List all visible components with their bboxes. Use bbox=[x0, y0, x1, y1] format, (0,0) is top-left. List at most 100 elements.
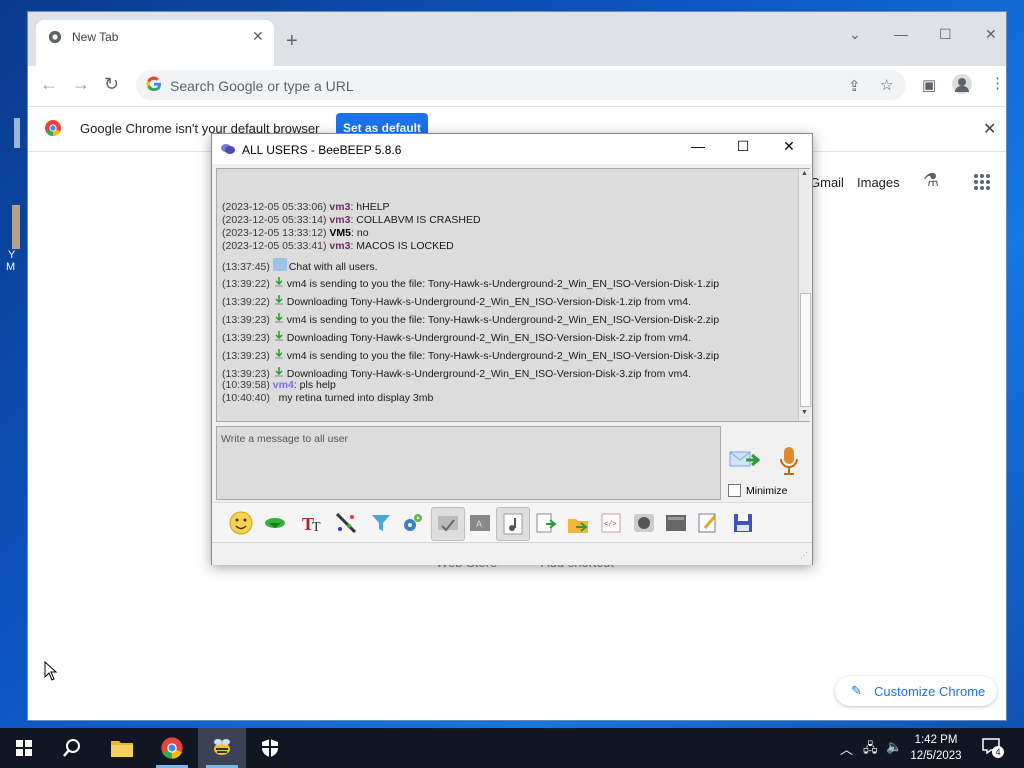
spellcheck-icon[interactable] bbox=[431, 507, 465, 541]
system-message: (13:37:45) Chat with all users. bbox=[222, 258, 378, 274]
chat-message: (10:39:58) vm4: pls help bbox=[222, 379, 336, 391]
infobar-close-icon[interactable]: ✕ bbox=[983, 119, 996, 139]
tab-strip: New Tab ✕ + ⌄ — ☐ ✕ bbox=[28, 12, 1006, 66]
download-arrow-icon bbox=[274, 295, 283, 305]
green-emote-icon[interactable] bbox=[263, 511, 287, 535]
tab-search-icon[interactable]: ⌄ bbox=[849, 26, 861, 43]
start-button[interactable] bbox=[0, 728, 48, 768]
desktop-icon-partial-2[interactable]: Y M bbox=[0, 205, 22, 285]
customize-chrome-button[interactable]: ✎ Customize Chrome bbox=[835, 676, 997, 706]
clock-date: 12/5/2023 bbox=[910, 750, 962, 762]
scroll-thumb[interactable] bbox=[800, 293, 811, 407]
gmail-link[interactable]: Gmail bbox=[810, 175, 844, 190]
minimize-checkbox-box[interactable] bbox=[728, 484, 741, 497]
minimize-button[interactable]: — bbox=[894, 26, 908, 42]
filter-icon[interactable] bbox=[369, 511, 393, 535]
svg-text:</>: </> bbox=[604, 521, 617, 529]
back-icon[interactable]: ← bbox=[40, 74, 58, 95]
send-file-icon[interactable] bbox=[566, 511, 590, 535]
microphone-icon[interactable] bbox=[778, 446, 800, 476]
share-icon[interactable]: ⇪ bbox=[848, 77, 861, 95]
scroll-up-arrow-icon[interactable]: ▲ bbox=[799, 170, 810, 177]
record-icon[interactable] bbox=[632, 511, 656, 535]
forward-icon[interactable]: → bbox=[72, 74, 90, 95]
emoticon-icon[interactable] bbox=[229, 511, 253, 535]
beebeep-window: ALL USERS - BeeBEEP 5.8.6 — ☐ ✕ (2023-12… bbox=[211, 133, 813, 565]
download-arrow-icon bbox=[274, 349, 283, 359]
chat-toolbar: TT A </> bbox=[212, 502, 812, 543]
file-transfer-message: (13:39:22) vm4 is sending to you the fil… bbox=[222, 277, 720, 290]
text-format-icon[interactable]: A bbox=[468, 511, 492, 535]
beebeep-close-button[interactable]: ✕ bbox=[779, 138, 799, 155]
tab-title: New Tab bbox=[72, 30, 119, 44]
browser-toolbar: ← → ↻ Search Google or type a URL ⇪ ☆ ▣ … bbox=[28, 66, 1006, 106]
font-color-icon[interactable] bbox=[334, 511, 358, 535]
notification-center-icon[interactable]: 4 bbox=[982, 738, 1006, 758]
tab-new-tab[interactable]: New Tab ✕ bbox=[36, 20, 274, 66]
google-g-icon bbox=[146, 76, 161, 92]
new-tab-button[interactable]: + bbox=[286, 31, 298, 51]
screenshot-icon[interactable] bbox=[664, 511, 688, 535]
system-clock[interactable]: 1:42 PM 12/5/2023 bbox=[904, 732, 968, 764]
beebeep-maximize-button[interactable]: ☐ bbox=[733, 138, 753, 155]
images-link[interactable]: Images bbox=[857, 175, 900, 190]
chat-message: (2023-12-05 13:33:12) VM5: no bbox=[222, 227, 369, 239]
download-arrow-icon bbox=[274, 331, 283, 341]
labs-flask-icon[interactable]: ⚗ bbox=[923, 170, 939, 191]
clock-time: 1:42 PM bbox=[914, 734, 958, 746]
message-input[interactable]: Write a message to all user bbox=[216, 426, 721, 500]
bookmark-star-icon[interactable]: ☆ bbox=[880, 76, 893, 94]
font-icon[interactable]: TT bbox=[301, 511, 325, 535]
side-panel-icon[interactable]: ▣ bbox=[922, 76, 936, 94]
show-hidden-icons-chevron-icon[interactable]: ︿ bbox=[840, 739, 853, 758]
beebeep-app-icon bbox=[221, 144, 235, 154]
download-arrow-icon bbox=[274, 367, 283, 377]
mouse-cursor-icon bbox=[44, 661, 58, 681]
chrome-logo-icon bbox=[45, 120, 61, 137]
volume-muted-icon[interactable]: 🔈 bbox=[886, 739, 902, 755]
settings-gears-icon[interactable] bbox=[401, 511, 425, 535]
omnibox[interactable]: Search Google or type a URL ⇪ ☆ bbox=[136, 70, 906, 100]
chat-area[interactable]: (2023-12-05 05:33:06) vm3: hHELP (2023-1… bbox=[216, 168, 811, 422]
svg-text:T: T bbox=[312, 520, 321, 535]
note-edit-icon[interactable] bbox=[696, 511, 720, 535]
chat-message: (2023-12-05 05:33:06) vm3: hHELP bbox=[222, 201, 390, 213]
network-icon[interactable]: 🖧 bbox=[863, 739, 878, 761]
desktop-icon-label-2: M bbox=[6, 261, 16, 273]
file-transfer-message: (13:39:23) Downloading Tony-Hawk-s-Under… bbox=[222, 331, 692, 344]
chat-message: (2023-12-05 05:33:14) vm3: COLLABVM IS C… bbox=[222, 214, 481, 226]
resize-grip-icon[interactable]: ⋰ bbox=[800, 551, 808, 560]
file-explorer-icon[interactable] bbox=[98, 728, 146, 768]
message-input-placeholder: Write a message to all user bbox=[221, 433, 349, 445]
chat-message: (2023-12-05 05:33:41) vm3: MACOS IS LOCK… bbox=[222, 240, 454, 252]
desktop-icon-partial[interactable] bbox=[0, 118, 22, 154]
scroll-down-arrow-icon[interactable]: ▼ bbox=[799, 409, 810, 416]
profile-avatar[interactable] bbox=[952, 74, 972, 94]
chat-bubble-icon bbox=[272, 258, 287, 271]
beebeep-titlebar: ALL USERS - BeeBEEP 5.8.6 — ☐ ✕ bbox=[212, 134, 812, 164]
apps-grid-icon[interactable] bbox=[973, 173, 991, 191]
music-note-icon[interactable] bbox=[496, 507, 530, 541]
html-code-icon[interactable]: </> bbox=[599, 511, 623, 535]
beebeep-taskbar-icon[interactable] bbox=[198, 728, 246, 768]
download-arrow-icon bbox=[274, 313, 283, 323]
save-disk-icon[interactable] bbox=[731, 511, 755, 535]
beebeep-minimize-button[interactable]: — bbox=[688, 138, 708, 154]
tab-close-icon[interactable]: ✕ bbox=[252, 28, 264, 45]
save-chat-icon[interactable] bbox=[534, 511, 558, 535]
download-arrow-icon bbox=[274, 277, 283, 287]
reload-icon[interactable]: ↻ bbox=[104, 74, 119, 95]
maximize-button[interactable]: ☐ bbox=[939, 26, 952, 43]
chrome-favicon-icon bbox=[48, 30, 62, 44]
security-shield-icon[interactable] bbox=[246, 728, 294, 768]
send-message-icon[interactable] bbox=[728, 446, 762, 474]
close-button[interactable]: ✕ bbox=[985, 26, 997, 43]
desktop-icon-label-1: Y bbox=[8, 249, 16, 261]
minimize-label: Minimize bbox=[746, 485, 788, 497]
customize-label: Customize Chrome bbox=[874, 684, 986, 699]
chat-scrollbar[interactable]: ▲ ▼ bbox=[798, 169, 811, 421]
search-icon[interactable] bbox=[48, 728, 96, 768]
chrome-taskbar-icon[interactable] bbox=[148, 728, 196, 768]
taskbar: ︿ 🖧 🔈 1:42 PM 12/5/2023 4 bbox=[0, 728, 1024, 768]
more-menu-icon[interactable]: ⋮ bbox=[990, 74, 1005, 92]
